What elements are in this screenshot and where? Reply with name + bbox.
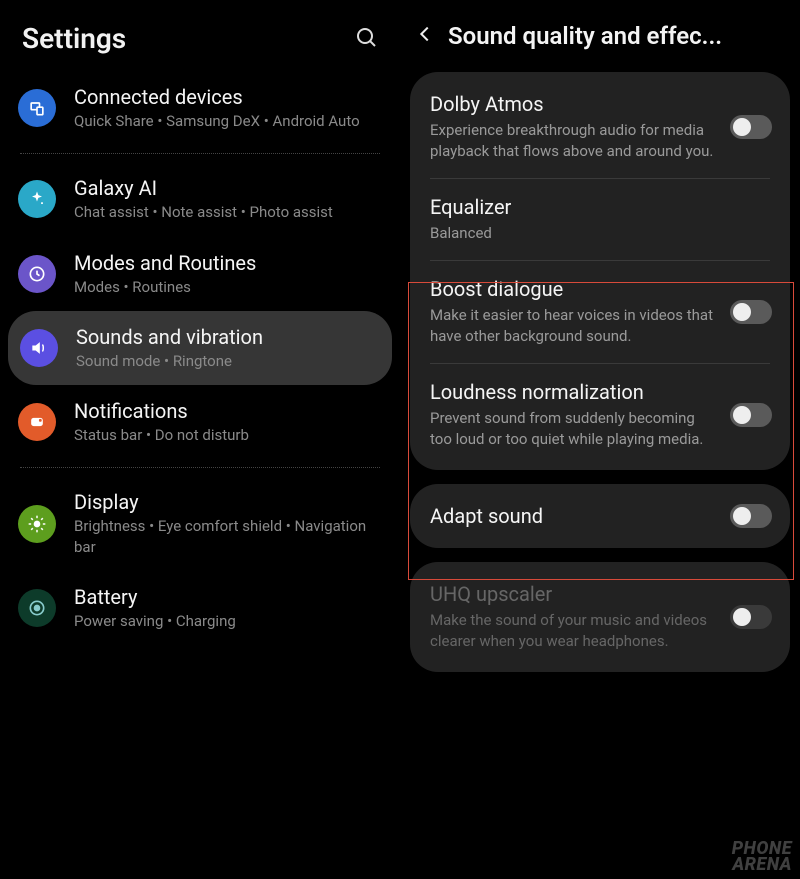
sidebar-item-label: Sounds and vibration xyxy=(76,325,380,349)
sidebar-item-sub: Sound mode • Ringtone xyxy=(76,351,380,371)
option-title: Dolby Atmos xyxy=(430,92,720,116)
sidebar-item-sub: Power saving • Charging xyxy=(74,611,382,631)
option-title: UHQ upscaler xyxy=(430,582,720,606)
devices-icon xyxy=(18,89,56,127)
sidebar-item-sub: Chat assist • Note assist • Photo assist xyxy=(74,202,382,222)
sidebar-item-label: Connected devices xyxy=(74,85,382,109)
option-boost-dialogue[interactable]: Boost dialogue Make it easier to hear vo… xyxy=(410,261,790,363)
toggle-boost-dialogue[interactable] xyxy=(730,300,772,324)
notifications-icon xyxy=(18,403,56,441)
option-desc: Make the sound of your music and videos … xyxy=(430,610,720,652)
option-title: Equalizer xyxy=(430,195,772,219)
detail-header: Sound quality and effec... xyxy=(400,0,800,66)
sidebar-item-label: Notifications xyxy=(74,399,382,423)
sidebar-item-label: Galaxy AI xyxy=(74,176,382,200)
settings-header: Settings xyxy=(0,0,400,71)
routines-icon xyxy=(18,255,56,293)
option-desc: Make it easier to hear voices in videos … xyxy=(430,305,720,347)
toggle-dolby-atmos[interactable] xyxy=(730,115,772,139)
sidebar-item-sounds-vibration[interactable]: Sounds and vibration Sound mode • Ringto… xyxy=(8,311,392,385)
battery-icon xyxy=(18,589,56,627)
toggle-loudness-normalization[interactable] xyxy=(730,403,772,427)
option-equalizer[interactable]: Equalizer Balanced xyxy=(410,179,790,260)
divider xyxy=(20,153,380,154)
display-icon xyxy=(18,505,56,543)
option-title: Boost dialogue xyxy=(430,277,720,301)
divider xyxy=(20,467,380,468)
toggle-uhq-upscaler xyxy=(730,605,772,629)
option-dolby-atmos[interactable]: Dolby Atmos Experience breakthrough audi… xyxy=(410,76,790,178)
option-title: Adapt sound xyxy=(430,504,720,528)
settings-sidebar: Settings Connected devices Quick Share •… xyxy=(0,0,400,879)
detail-title: Sound quality and effec... xyxy=(448,22,786,50)
sidebar-item-sub: Brightness • Eye comfort shield • Naviga… xyxy=(74,516,382,557)
sidebar-item-display[interactable]: Display Brightness • Eye comfort shield … xyxy=(0,476,400,571)
sidebar-item-label: Battery xyxy=(74,585,382,609)
sidebar-item-sub: Quick Share • Samsung DeX • Android Auto xyxy=(74,111,382,131)
option-uhq-upscaler: UHQ upscaler Make the sound of your musi… xyxy=(410,566,790,668)
option-title: Loudness normalization xyxy=(430,380,720,404)
sidebar-item-label: Modes and Routines xyxy=(74,251,382,275)
back-icon[interactable] xyxy=(414,23,436,49)
sidebar-item-galaxy-ai[interactable]: Galaxy AI Chat assist • Note assist • Ph… xyxy=(0,162,400,236)
option-loudness-normalization[interactable]: Loudness normalization Prevent sound fro… xyxy=(410,364,790,466)
watermark: PHONE ARENA xyxy=(732,841,792,873)
options-card-main: Dolby Atmos Experience breakthrough audi… xyxy=(410,72,790,470)
detail-pane: Sound quality and effec... Dolby Atmos E… xyxy=(400,0,800,879)
search-icon[interactable] xyxy=(354,25,378,53)
sidebar-item-modes-routines[interactable]: Modes and Routines Modes • Routines xyxy=(0,237,400,311)
option-desc: Prevent sound from suddenly becoming too… xyxy=(430,408,720,450)
sidebar-item-label: Display xyxy=(74,490,382,514)
options-card-uhq: UHQ upscaler Make the sound of your musi… xyxy=(410,562,790,672)
watermark-line: ARENA xyxy=(732,857,792,873)
page-title: Settings xyxy=(22,22,126,55)
option-adapt-sound[interactable]: Adapt sound xyxy=(410,488,790,544)
toggle-adapt-sound[interactable] xyxy=(730,504,772,528)
sidebar-item-notifications[interactable]: Notifications Status bar • Do not distur… xyxy=(0,385,400,459)
options-card-adapt: Adapt sound xyxy=(410,484,790,548)
option-desc: Experience breakthrough audio for media … xyxy=(430,120,720,162)
sidebar-item-sub: Status bar • Do not disturb xyxy=(74,425,382,445)
sidebar-item-connected-devices[interactable]: Connected devices Quick Share • Samsung … xyxy=(0,71,400,145)
option-desc: Balanced xyxy=(430,223,772,244)
sidebar-item-sub: Modes • Routines xyxy=(74,277,382,297)
sound-icon xyxy=(20,329,58,367)
sidebar-item-battery[interactable]: Battery Power saving • Charging xyxy=(0,571,400,645)
ai-icon xyxy=(18,180,56,218)
